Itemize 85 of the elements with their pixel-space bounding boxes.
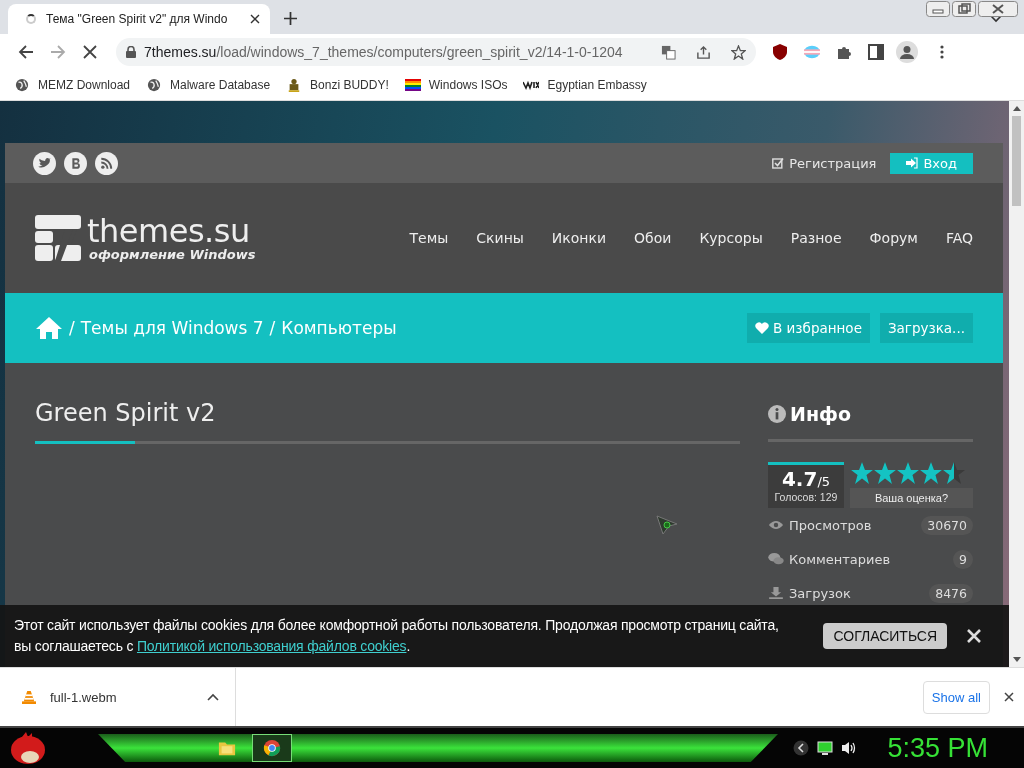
browser-tab[interactable]: Тема "Green Spirit v2" для Windo	[8, 4, 270, 34]
bird-icon[interactable]	[33, 151, 56, 175]
site-logo-text[interactable]: themes.su	[87, 214, 256, 247]
close-icon[interactable]	[978, 1, 1018, 17]
speaker-icon[interactable]	[841, 740, 858, 756]
accept-button[interactable]: СОГЛАСИТЬСЯ	[823, 623, 947, 649]
show-all-button[interactable]: Show all	[922, 680, 990, 714]
star-icon[interactable]	[896, 461, 920, 485]
nav-link[interactable]: Форум	[869, 230, 918, 246]
vote-count: Голосов: 129	[774, 491, 838, 503]
nav-link[interactable]: Скины	[476, 230, 524, 246]
back-icon[interactable]	[18, 44, 34, 60]
rainbow-flag-icon	[404, 78, 421, 92]
chevron-down-icon[interactable]	[990, 15, 1002, 23]
star-icon[interactable]	[942, 461, 966, 485]
theme-title: Green Spirit v2	[35, 399, 217, 427]
vk-icon[interactable]	[64, 151, 87, 175]
puzzle-icon[interactable]	[836, 44, 852, 60]
nav-link[interactable]: Темы	[409, 230, 449, 246]
restore-icon[interactable]	[952, 1, 976, 17]
sign-in-icon	[906, 157, 919, 169]
scroll-thumb[interactable]	[1012, 116, 1021, 206]
start-button[interactable]	[8, 731, 48, 765]
nav-link[interactable]: Иконки	[551, 230, 607, 246]
stat-label: Просмотров	[789, 517, 872, 533]
url-text: 7themes.su/load/windows_7_themes/computers/green_spirit_v2/14-1-0-1204	[144, 44, 623, 60]
checkbox-icon	[772, 157, 785, 169]
stat-value: 8476	[929, 583, 973, 603]
rss-icon[interactable]	[95, 151, 118, 175]
bookmark[interactable]: Windows ISOs	[404, 78, 508, 92]
cursor-icon	[655, 514, 679, 536]
scroll-down-icon[interactable]	[1012, 657, 1021, 662]
eye-icon	[768, 519, 784, 531]
star-icon[interactable]	[731, 44, 746, 60]
heart-icon	[755, 322, 770, 334]
nav-link[interactable]: Обои	[634, 230, 672, 246]
logo-icon[interactable]	[35, 215, 81, 261]
rate-prompt[interactable]: Ваша оценка?	[850, 488, 973, 508]
clock[interactable]: 5:35 PM	[887, 732, 988, 764]
lock-icon[interactable]	[126, 46, 136, 58]
rating-value: 4.7/5	[781, 467, 831, 491]
info-heading: Инфо	[790, 403, 851, 425]
bookmark[interactable]: Malware Database	[146, 78, 271, 92]
nav-link[interactable]: Курсоры	[699, 230, 763, 246]
register-link[interactable]: Регистрация	[772, 155, 877, 171]
breadcrumb-separator: /	[69, 318, 75, 338]
star-icon[interactable]	[850, 461, 874, 485]
scrollbar[interactable]	[1009, 101, 1024, 667]
nav-link[interactable]: Разное	[790, 230, 842, 246]
scroll-up-icon[interactable]	[1012, 106, 1021, 111]
close-icon[interactable]	[1004, 692, 1014, 702]
minimize-icon[interactable]	[926, 1, 950, 17]
new-tab-icon[interactable]	[284, 12, 297, 25]
bookmark[interactable]: Bonzi BUDDY!	[286, 78, 389, 92]
comments-icon	[768, 553, 784, 565]
translate-icon[interactable]	[661, 44, 676, 60]
share-icon[interactable]	[696, 44, 711, 60]
address-bar[interactable]: 7themes.su/load/windows_7_themes/computers/green_spirit_v2/14-1-0-1204	[116, 38, 756, 66]
globe-icon	[14, 78, 30, 92]
globe-icon	[146, 78, 163, 92]
side-panel-icon[interactable]	[868, 44, 884, 60]
info-icon	[768, 405, 786, 423]
chevron-up-icon[interactable]	[207, 693, 219, 701]
browser-icon	[263, 739, 281, 757]
close-icon[interactable]	[250, 14, 260, 24]
monitor-icon[interactable]	[817, 740, 834, 756]
star-icon[interactable]	[919, 461, 943, 485]
stat-value: 9	[953, 549, 973, 569]
stat-label: Комментариев	[789, 551, 891, 567]
back-icon[interactable]	[793, 740, 810, 756]
bookmark[interactable]: MEMZ Download	[14, 78, 131, 92]
download-icon	[768, 587, 784, 599]
stat-label: Загрузок	[789, 585, 851, 601]
shield-icon[interactable]	[772, 44, 788, 60]
star-icon[interactable]	[873, 461, 897, 485]
cone-icon	[22, 689, 36, 705]
breadcrumb-separator: /	[269, 318, 276, 338]
cookie-notice: Этот сайт использует файлы cookies для более комфортной работы пользователя. Продолжая просмотр страниц сайта, вы соглашаетесь с Политикой использования файлов cookies.	[14, 616, 779, 656]
nav-link[interactable]: FAQ	[945, 230, 973, 246]
profile-icon[interactable]	[896, 41, 918, 63]
site-tagline: оформление Windows	[89, 246, 256, 262]
bookmark[interactable]: Egyptian Embassy	[523, 78, 647, 92]
taskbar-button[interactable]	[252, 734, 292, 762]
stop-icon[interactable]	[82, 44, 98, 60]
stat-value: 30670	[921, 515, 973, 535]
